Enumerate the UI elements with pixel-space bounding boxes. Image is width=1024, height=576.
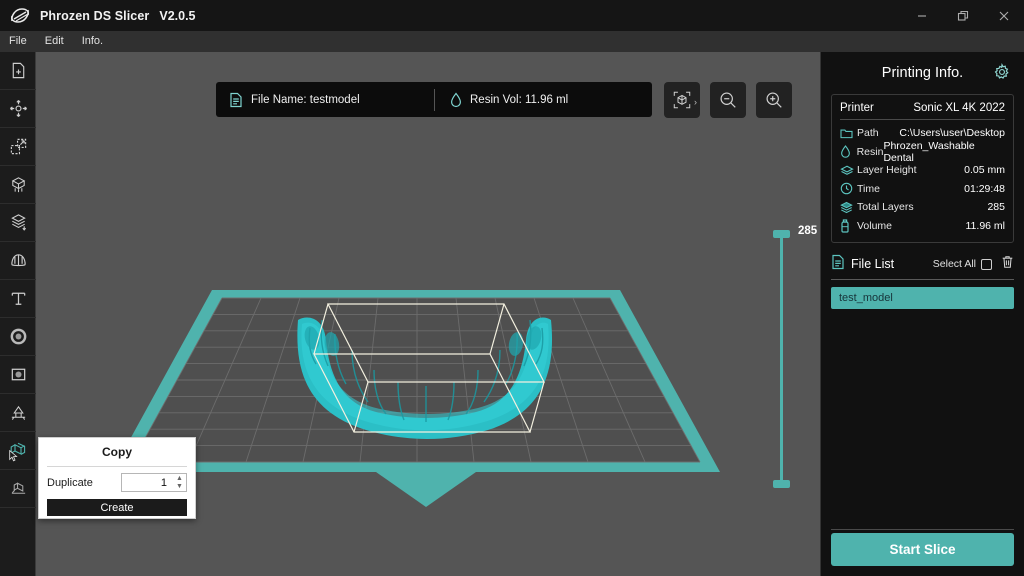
tool-dental-arch[interactable] [0,242,36,280]
panel-title: Printing Info. [881,65,964,81]
tool-support[interactable] [0,166,36,204]
layer-slider[interactable]: 285 [772,222,820,522]
info-row-resin: Resin Phrozen_Washable Dental [840,139,1005,164]
info-value: Phrozen_Washable Dental [883,139,975,164]
select-all-checkbox[interactable] [981,258,992,270]
info-key: Path [857,127,879,140]
cursor-arrow-icon [9,450,18,462]
close-icon[interactable] [983,0,1024,31]
left-toolbar [0,52,36,576]
phrozen-logo-icon [7,5,33,27]
copy-dialog: Copy Duplicate 1 ▲ ▼ Create [38,437,196,519]
info-value: 0.05 mm [964,164,1005,177]
stepper-down-icon[interactable]: ▼ [176,483,183,490]
info-row-layer-height: Layer Height 0.05 mm [840,161,1005,180]
zoom-in-button[interactable] [756,82,792,118]
droplet-icon [450,92,462,107]
fit-view-button[interactable]: › [664,82,700,118]
menu-edit[interactable]: Edit [36,31,73,52]
menu-info[interactable]: Info. [73,31,112,52]
list-item[interactable]: test_model [831,287,1014,309]
layers-stack-icon [840,201,857,214]
file-list-header: File List Select All [831,254,1014,274]
info-row-volume: Volume 11.96 ml [840,217,1005,236]
stepper-arrows[interactable]: ▲ ▼ [173,474,186,491]
tool-raft[interactable] [0,394,36,432]
file-list-divider [831,279,1014,280]
viewport-info-bar: File Name: testmodel Resin Vol: 11.96 ml [216,82,652,117]
window-controls [901,0,1024,31]
info-key: Layer Height [857,164,917,177]
duplicate-label: Duplicate [47,476,93,489]
stepper-up-icon[interactable]: ▲ [176,475,183,482]
info-row-total-layers: Total Layers 285 [840,198,1005,217]
tool-copy[interactable] [0,432,36,470]
duplicate-row: Duplicate 1 ▲ ▼ [39,467,195,492]
app-version: V2.0.5 [159,8,196,23]
gear-icon[interactable] [993,63,1011,86]
file-list-title: File List [851,257,895,271]
file-name-segment: File Name: testmodel [216,82,434,117]
start-slice-button[interactable]: Start Slice [831,533,1014,566]
printing-info-panel: Printing Info. Printer Sonic XL 4K 2022 [820,52,1024,576]
resin-volume-segment: Resin Vol: 11.96 ml [435,82,568,117]
chevron-right-icon: › [694,97,697,107]
slider-handle-top[interactable] [773,230,790,238]
title-bar: Phrozen DS Slicer V2.0.5 [0,0,1024,31]
info-key: Time [857,182,880,195]
create-button[interactable]: Create [47,499,187,516]
panel-header: Printing Info. [821,52,1024,94]
file-name-text: File Name: testmodel [251,93,360,106]
resin-volume-text: Resin Vol: 11.96 ml [470,93,569,106]
info-value: C:\Users\user\Desktop [899,127,1005,140]
slider-track[interactable] [780,234,783,486]
printer-row: Printer Sonic XL 4K 2022 [840,101,1005,119]
trash-icon[interactable] [1001,255,1014,274]
tool-layers[interactable] [0,204,36,242]
slider-max-label: 285 [798,225,818,237]
tool-drain-hole[interactable] [0,356,36,394]
info-value: 285 [987,201,1005,214]
duplicate-stepper[interactable]: 1 ▲ ▼ [121,473,187,492]
info-value: 11.96 ml [965,219,1006,232]
printer-value: Sonic XL 4K 2022 [913,102,1005,114]
printer-info-card: Printer Sonic XL 4K 2022 Path C:\Users\u… [831,94,1014,243]
info-key: Volume [857,219,893,232]
view-controls: › [664,82,792,118]
folder-icon [840,128,857,139]
droplet-icon [840,145,857,158]
start-slice-label: Start Slice [889,542,956,557]
tool-scale[interactable] [0,128,36,166]
info-key: Resin [856,145,884,158]
info-key: Total Layers [857,201,914,214]
tool-mirror[interactable] [0,470,36,508]
minimize-icon[interactable] [901,0,942,31]
printer-label: Printer [840,102,874,114]
card-divider [840,119,1005,120]
clock-icon [840,182,857,195]
app-window: Phrozen DS Slicer V2.0.5 File Edit Info. [0,0,1024,576]
tool-text-label[interactable] [0,280,36,318]
select-all-label[interactable]: Select All [933,258,976,270]
copy-dialog-title: Copy [102,445,132,459]
panel-footer-divider [831,529,1014,530]
file-list-item-label: test_model [839,292,893,304]
zoom-out-button[interactable] [710,82,746,118]
menu-bar: File Edit Info. [0,31,1024,52]
tool-hollow[interactable] [0,318,36,356]
bottle-icon [840,219,857,233]
restore-icon[interactable] [942,0,983,31]
document-icon [230,92,242,107]
info-row-time: Time 01:29:48 [840,180,1005,199]
app-title: Phrozen DS Slicer [40,8,150,23]
menu-file[interactable]: File [0,31,36,52]
duplicate-value[interactable]: 1 [122,477,173,489]
tool-add-file[interactable] [0,52,36,90]
layer-height-icon [840,164,857,176]
tool-move[interactable] [0,90,36,128]
slider-handle-bottom[interactable] [773,480,790,488]
info-value: 01:29:48 [964,182,1005,195]
list-document-icon [831,254,845,275]
